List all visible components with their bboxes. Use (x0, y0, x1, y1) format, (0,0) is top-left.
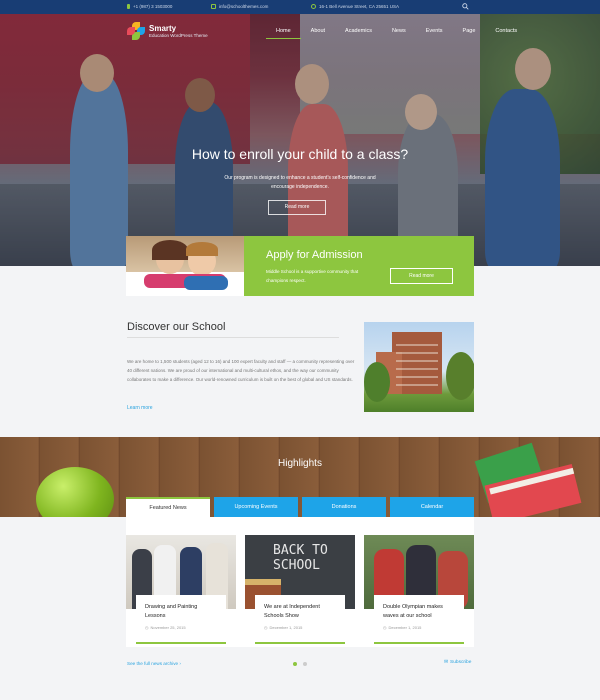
hero-title: How to enroll your child to a class? (191, 146, 409, 162)
top-bar: +1 (987) 3 1503000 info@schoolthemes.com… (0, 0, 600, 14)
news-accent-bar (374, 642, 464, 644)
address-text: 16-1 Bell Avenue Street, CA 25651 USA (319, 4, 399, 9)
news-title[interactable]: Drawing and Painting Lessons (145, 603, 217, 621)
discover-title: Discover our School (127, 321, 226, 333)
nav-contacts[interactable]: Contacts (485, 27, 527, 39)
hero-read-more-button[interactable]: Read more (268, 200, 326, 215)
news-card[interactable]: Drawing and Painting Lessons ◷ November 2… (126, 535, 236, 645)
discover-divider (127, 337, 339, 338)
phone-icon (127, 4, 130, 9)
location-icon (311, 4, 316, 9)
admission-banner: Apply for Admission Middle School is a s… (126, 236, 474, 296)
learn-more-link[interactable]: Learn more (127, 405, 153, 411)
email-text: info@schoolthemes.com (219, 4, 269, 9)
subscribe-label: Subscribe (450, 660, 472, 665)
discover-text: We are home to 1,500 students (aged 12 t… (127, 359, 355, 382)
top-bar-phone[interactable]: +1 (987) 3 1503000 (127, 4, 172, 9)
news-title[interactable]: Double Olympian makes waves at our schoo… (383, 603, 455, 621)
admission-text: Middle School is a supportive community … (266, 269, 359, 283)
top-bar-email[interactable]: info@schoolthemes.com (211, 4, 268, 9)
top-bar-address: 16-1 Bell Avenue Street, CA 25651 USA (311, 4, 399, 9)
nav-page[interactable]: Page (453, 27, 486, 39)
nav-about[interactable]: About (301, 27, 335, 39)
tab-upcoming-events[interactable]: Upcoming Events (214, 497, 298, 517)
books-image (474, 442, 582, 517)
school-building-photo (364, 322, 474, 412)
clock-icon: ◷ (264, 625, 268, 630)
clock-icon: ◷ (383, 625, 387, 630)
search-icon[interactable] (462, 3, 469, 10)
logo-flower-icon (127, 22, 145, 40)
chalkboard-text: BACK TO SCHOOL (273, 543, 328, 573)
highlights-tabs: Featured News Upcoming Events Donations … (126, 497, 474, 517)
nav-news[interactable]: News (382, 27, 416, 39)
tab-donations[interactable]: Donations (302, 497, 386, 517)
clock-icon: ◷ (145, 625, 149, 630)
hero-text: Our program is designed to enhance a stu… (224, 175, 376, 190)
brand-tagline: Education WordPress Theme (149, 33, 208, 38)
hero-overlay (0, 14, 600, 266)
hero-banner (0, 14, 600, 266)
news-accent-bar (255, 642, 345, 644)
subscribe-link[interactable]: ✉ Subscribe (444, 660, 471, 665)
nav-academics[interactable]: Academics (335, 27, 382, 39)
admission-photo (126, 236, 244, 296)
news-date: November 25, 2015 (150, 625, 186, 630)
news-card[interactable]: Double Olympian makes waves at our schoo… (364, 535, 474, 645)
carousel-dot[interactable] (303, 662, 307, 666)
news-archive-link[interactable]: See the full news archive › (127, 661, 181, 666)
highlights-title: Highlights (278, 458, 322, 469)
nav-events[interactable]: Events (416, 27, 453, 39)
phone-text: +1 (987) 3 1503000 (133, 4, 173, 9)
news-date: December 1, 2015 (269, 625, 303, 630)
tab-featured-news[interactable]: Featured News (126, 497, 210, 517)
main-nav: Home About Academics News Events Page Co… (266, 27, 527, 39)
news-card[interactable]: BACK TO SCHOOL We are at Independent Sch… (245, 535, 355, 645)
news-title[interactable]: We are at Independent Schools Show (264, 603, 336, 621)
news-date: December 1, 2015 (388, 625, 422, 630)
admission-title: Apply for Admission (266, 249, 363, 261)
news-panel: Drawing and Painting Lessons ◷ November 2… (126, 517, 474, 647)
nav-home[interactable]: Home (266, 27, 301, 39)
envelope-icon: ✉ (444, 660, 449, 665)
carousel-dot[interactable] (293, 662, 297, 666)
tab-calendar[interactable]: Calendar (390, 497, 474, 517)
envelope-icon (211, 4, 216, 9)
site-logo[interactable]: Smarty Education WordPress Theme (127, 22, 208, 40)
carousel-pagination (293, 662, 307, 666)
news-accent-bar (136, 642, 226, 644)
brand-name: Smarty (149, 24, 177, 33)
apple-image (36, 467, 114, 517)
admission-read-more-button[interactable]: Read more (390, 268, 453, 284)
